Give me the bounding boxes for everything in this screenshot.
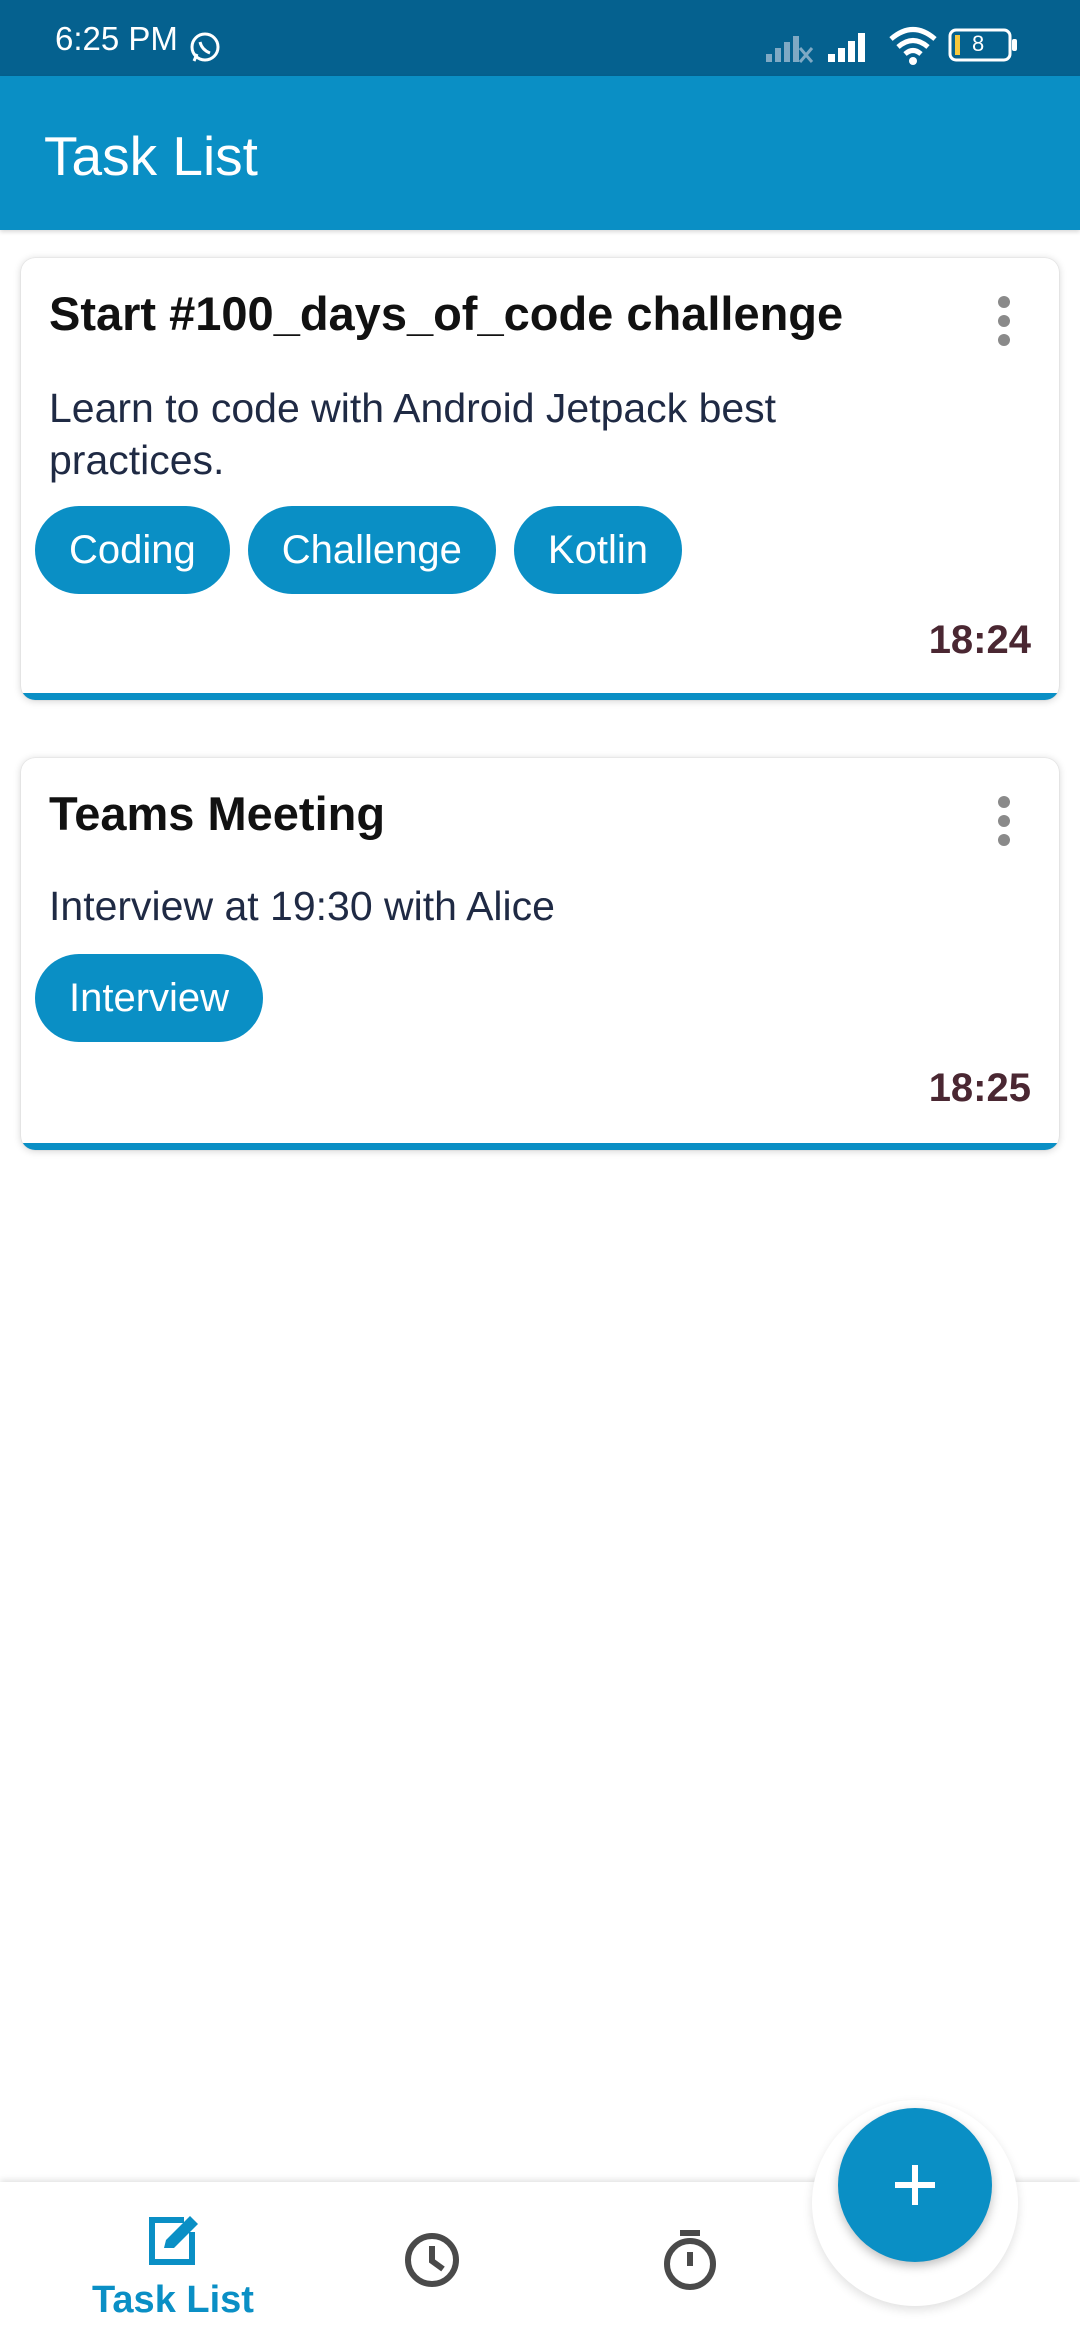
nav-item-task-list[interactable]: Task List bbox=[88, 2212, 258, 2322]
nav-label-task-list: Task List bbox=[92, 2279, 254, 2321]
edit-icon bbox=[149, 2216, 198, 2265]
plus-icon bbox=[895, 2165, 935, 2205]
more-options-icon[interactable] bbox=[997, 296, 1011, 346]
status-time: 6:25 PM bbox=[55, 20, 178, 57]
task-card[interactable]: Start #100_days_of_code challenge Learn … bbox=[21, 258, 1059, 700]
battery-level: 8 bbox=[972, 31, 985, 56]
battery-icon: 8 bbox=[948, 28, 1018, 62]
clock-icon bbox=[405, 2233, 459, 2287]
task-card[interactable]: Teams Meeting Interview at 19:30 with Al… bbox=[21, 758, 1059, 1150]
tag-chip[interactable]: Kotlin bbox=[513, 506, 682, 594]
task-description: Learn to code with Android Jetpack best … bbox=[49, 385, 777, 483]
tag-list: Interview bbox=[35, 954, 281, 1042]
nav-item-history[interactable] bbox=[402, 2230, 462, 2295]
task-description: Interview at 19:30 with Alice bbox=[49, 883, 555, 929]
whatsapp-icon bbox=[190, 32, 220, 62]
app-bar: Task List bbox=[0, 76, 1080, 230]
tag-list: Coding Challenge Kotlin bbox=[35, 506, 700, 594]
status-bar: 6:25 PM 8 bbox=[0, 0, 1080, 76]
tag-chip[interactable]: Interview bbox=[35, 954, 264, 1042]
timer-icon bbox=[664, 2230, 716, 2290]
signal-icon bbox=[828, 33, 865, 62]
task-time: 18:25 bbox=[928, 1066, 1031, 1110]
task-title: Start #100_days_of_code challenge bbox=[49, 287, 844, 340]
tag-chip[interactable]: Challenge bbox=[247, 506, 496, 594]
add-task-button[interactable] bbox=[838, 2108, 992, 2262]
task-time: 18:24 bbox=[928, 618, 1031, 662]
wifi-icon bbox=[889, 27, 937, 65]
page-title: Task List bbox=[44, 125, 258, 187]
tag-chip[interactable]: Coding bbox=[35, 506, 230, 594]
signal-off-icon bbox=[766, 36, 814, 63]
nav-item-timer[interactable] bbox=[660, 2228, 720, 2297]
task-title: Teams Meeting bbox=[49, 787, 386, 840]
more-options-icon[interactable] bbox=[997, 796, 1011, 846]
